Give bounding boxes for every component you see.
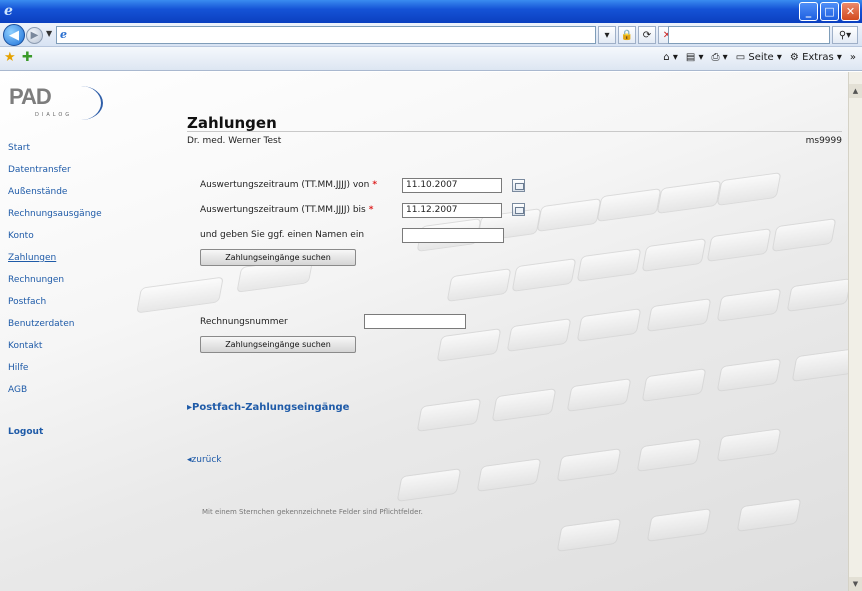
search-payments-button[interactable]: Zahlungseingänge suchen: [200, 249, 356, 266]
page-menu-icon: ▭: [735, 52, 746, 63]
sidebar-nav: Start Datentransfer Außenstände Rechnung…: [8, 142, 102, 448]
history-dropdown-icon[interactable]: ▼: [46, 29, 52, 38]
name-label: und geben Sie ggf. einen Namen ein: [200, 230, 365, 240]
home-icon[interactable]: ⌂ ▾: [663, 52, 678, 63]
window-controls: _ □ ✕: [799, 2, 860, 21]
invoice-number-input[interactable]: [364, 314, 466, 329]
address-bar[interactable]: e: [56, 26, 596, 44]
invoice-number-label: Rechnungsnummer: [200, 317, 288, 327]
command-items: ⌂ ▾ ▤ ▾ ⎙ ▾ ▭ Seite ▾ ⚙ Extras ▾ »: [663, 52, 856, 63]
add-favorite-icon[interactable]: ✚: [22, 51, 33, 65]
print-icon[interactable]: ⎙ ▾: [712, 52, 728, 63]
internet-explorer-icon: e: [4, 3, 13, 19]
back-link[interactable]: ◂zurück: [187, 455, 222, 465]
address-toolbar: ◀ ▶ ▼ e ▾ 🔒 ⟳ ✕ ⚲▾: [0, 23, 862, 47]
page-menu-label: Seite: [748, 52, 774, 63]
refresh-icon[interactable]: ⟳: [638, 26, 656, 44]
scroll-up-icon[interactable]: ▲: [849, 84, 862, 98]
page-content: PAD DIALOG Start Datentransfer Außenstän…: [0, 72, 848, 591]
extras-menu-label: Extras: [802, 52, 834, 63]
extras-menu-icon: ⚙: [789, 52, 799, 63]
user-id: ms9999: [805, 136, 842, 146]
sidebar-item-hilfe[interactable]: Hilfe: [8, 362, 102, 384]
sidebar-item-rechnungsausgaenge[interactable]: Rechnungsausgänge: [8, 208, 102, 230]
page-title: Zahlungen: [187, 114, 277, 132]
calendar-icon[interactable]: [512, 179, 525, 192]
lock-icon[interactable]: 🔒: [618, 26, 636, 44]
sidebar-item-kontakt[interactable]: Kontakt: [8, 340, 102, 362]
sidebar-item-aussenstaende[interactable]: Außenstände: [8, 186, 102, 208]
address-tools: ▾ 🔒 ⟳ ✕: [598, 26, 676, 44]
sidebar-item-postfach[interactable]: Postfach: [8, 296, 102, 318]
postfach-payments-link[interactable]: ▸Postfach-Zahlungseingänge: [187, 402, 349, 413]
page-menu[interactable]: ▭ Seite ▾: [736, 52, 782, 63]
postfach-payments-link-text: Postfach-Zahlungseingänge: [192, 402, 350, 413]
date-from-label-text: Auswertungszeitraum (TT.MM.JJJJ) von: [200, 180, 370, 190]
forward-button[interactable]: ▶: [26, 27, 43, 44]
command-toolbar: ★ ✚ ⌂ ▾ ▤ ▾ ⎙ ▾ ▭ Seite ▾ ⚙ Extras ▾ »: [0, 47, 862, 71]
logout-link[interactable]: Logout: [8, 426, 102, 448]
address-dropdown-icon[interactable]: ▾: [598, 26, 616, 44]
date-to-label: Auswertungszeitraum (TT.MM.JJJJ) bis *: [200, 205, 373, 215]
back-link-text: zurück: [191, 455, 222, 465]
vertical-scrollbar[interactable]: ▲ ▼: [848, 72, 862, 591]
logo-brand: PAD: [9, 84, 52, 109]
sidebar-item-datentransfer[interactable]: Datentransfer: [8, 164, 102, 186]
chevron-more-icon[interactable]: »: [850, 52, 856, 63]
window-title-bar: e _ □ ✕: [0, 0, 862, 23]
date-from-input[interactable]: 11.10.2007: [402, 178, 502, 193]
calendar-icon[interactable]: [512, 203, 525, 216]
sidebar-item-benutzerdaten[interactable]: Benutzerdaten: [8, 318, 102, 340]
maximize-button[interactable]: □: [820, 2, 839, 21]
name-input[interactable]: [402, 228, 504, 243]
title-divider: [187, 131, 842, 132]
logo-sub: DIALOG: [35, 112, 73, 118]
date-to-label-text: Auswertungszeitraum (TT.MM.JJJJ) bis: [200, 205, 366, 215]
page-icon: e: [60, 28, 67, 41]
required-marker: *: [368, 205, 374, 215]
date-from-label: Auswertungszeitraum (TT.MM.JJJJ) von *: [200, 180, 377, 190]
favorites-star-icon[interactable]: ★: [4, 51, 16, 65]
back-button[interactable]: ◀: [3, 24, 25, 46]
extras-menu[interactable]: ⚙ Extras ▾: [790, 52, 842, 63]
sidebar-item-konto[interactable]: Konto: [8, 230, 102, 252]
date-to-input[interactable]: 11.12.2007: [402, 203, 502, 218]
sidebar-item-rechnungen[interactable]: Rechnungen: [8, 274, 102, 296]
search-payments-by-number-button[interactable]: Zahlungseingänge suchen: [200, 336, 356, 353]
sidebar-item-start[interactable]: Start: [8, 142, 102, 164]
sidebar-item-agb[interactable]: AGB: [8, 384, 102, 406]
user-name: Dr. med. Werner Test: [187, 136, 282, 146]
required-marker: *: [372, 180, 378, 190]
feeds-icon[interactable]: ▤ ▾: [686, 52, 704, 63]
minimize-button[interactable]: _: [799, 2, 818, 21]
sidebar-item-zahlungen[interactable]: Zahlungen: [8, 252, 102, 274]
search-icon[interactable]: ⚲▾: [832, 26, 858, 44]
scroll-down-icon[interactable]: ▼: [849, 577, 862, 591]
required-fields-note: Mit einem Sternchen gekennzeichnete Feld…: [202, 508, 423, 516]
pad-dialog-logo: PAD DIALOG: [9, 84, 119, 124]
search-input[interactable]: [668, 26, 830, 44]
close-button[interactable]: ✕: [841, 2, 860, 21]
